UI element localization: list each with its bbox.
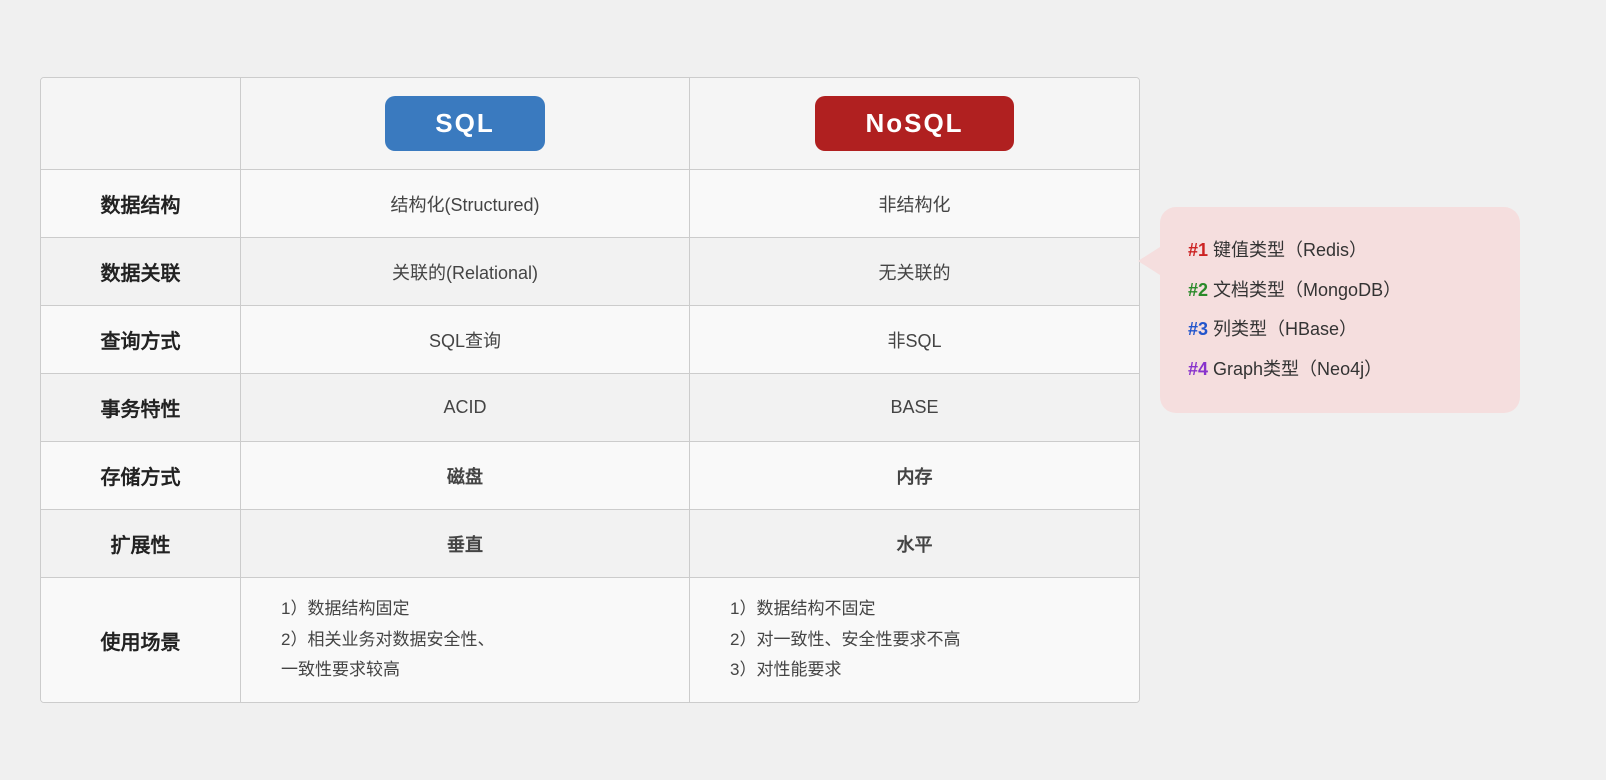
- header-nosql-col: NoSQL: [690, 78, 1139, 169]
- row-sql: ACID: [241, 374, 690, 441]
- callout-bubble: #1 键值类型（Redis）#2 文档类型（MongoDB）#3 列类型（HBa…: [1160, 207, 1520, 413]
- table-row: 数据关联 关联的(Relational) 无关联的: [41, 238, 1139, 306]
- callout-item: #1 键值类型（Redis）: [1188, 231, 1492, 271]
- row-nosql: BASE: [690, 374, 1139, 441]
- row-nosql: 无关联的: [690, 238, 1139, 305]
- callout-number: #1: [1188, 240, 1208, 260]
- callout-item-text: 键值类型（Redis）: [1208, 240, 1367, 260]
- table-row: 数据结构 结构化(Structured) 非结构化: [41, 170, 1139, 238]
- table-header-row: SQL NoSQL: [41, 78, 1139, 170]
- row-label: 事务特性: [41, 374, 241, 441]
- nosql-badge: NoSQL: [815, 96, 1013, 151]
- use-case-nosql-line: 3）对性能要求: [730, 655, 841, 686]
- row-sql: 关联的(Relational): [241, 238, 690, 305]
- header-sql-col: SQL: [241, 78, 690, 169]
- row-nosql: 非结构化: [690, 170, 1139, 237]
- use-case-sql-line: 1）数据结构固定: [281, 594, 409, 625]
- row-label: 查询方式: [41, 306, 241, 373]
- callout-number: #3: [1188, 319, 1208, 339]
- row-nosql: 水平: [690, 510, 1139, 577]
- row-nosql: 非SQL: [690, 306, 1139, 373]
- callout-item: #3 列类型（HBase）: [1188, 310, 1492, 350]
- row-label: 存储方式: [41, 442, 241, 509]
- table-body: 数据结构 结构化(Structured) 非结构化 数据关联 关联的(Relat…: [41, 170, 1139, 702]
- row-sql-use-case: 1）数据结构固定2）相关业务对数据安全性、一致性要求较高: [241, 578, 690, 702]
- page-wrapper: SQL NoSQL 数据结构 结构化(Structured) 非结构化 数据关联…: [0, 47, 1606, 733]
- table-row: 扩展性 垂直 水平: [41, 510, 1139, 578]
- table-row: 存储方式 磁盘 内存: [41, 442, 1139, 510]
- use-case-nosql-line: 1）数据结构不固定: [730, 594, 875, 625]
- row-sql: 垂直: [241, 510, 690, 577]
- callout-content: #1 键值类型（Redis）#2 文档类型（MongoDB）#3 列类型（HBa…: [1188, 231, 1492, 389]
- row-nosql-use-case: 1）数据结构不固定2）对一致性、安全性要求不高3）对性能要求: [690, 578, 1139, 702]
- table-row: 事务特性 ACID BASE: [41, 374, 1139, 442]
- callout-item-text: 文档类型（MongoDB）: [1208, 280, 1401, 300]
- table-row-last: 使用场景 1）数据结构固定2）相关业务对数据安全性、一致性要求较高 1）数据结构…: [41, 578, 1139, 702]
- callout-item-text: Graph类型（Neo4j）: [1208, 359, 1382, 379]
- callout-item-text: 列类型（HBase）: [1208, 319, 1357, 339]
- row-label: 数据关联: [41, 238, 241, 305]
- sql-badge: SQL: [385, 96, 544, 151]
- comparison-table: SQL NoSQL 数据结构 结构化(Structured) 非结构化 数据关联…: [40, 77, 1140, 703]
- use-case-sql-line: 一致性要求较高: [281, 655, 400, 686]
- row-label: 扩展性: [41, 510, 241, 577]
- callout-number: #2: [1188, 280, 1208, 300]
- use-case-nosql-line: 2）对一致性、安全性要求不高: [730, 625, 960, 656]
- callout-item: #2 文档类型（MongoDB）: [1188, 271, 1492, 311]
- row-sql: SQL查询: [241, 306, 690, 373]
- table-row: 查询方式 SQL查询 非SQL: [41, 306, 1139, 374]
- header-label-col: [41, 78, 241, 169]
- callout-wrapper: #1 键值类型（Redis）#2 文档类型（MongoDB）#3 列类型（HBa…: [1160, 207, 1520, 413]
- row-nosql: 内存: [690, 442, 1139, 509]
- callout-number: #4: [1188, 359, 1208, 379]
- row-label: 数据结构: [41, 170, 241, 237]
- row-sql: 磁盘: [241, 442, 690, 509]
- row-sql: 结构化(Structured): [241, 170, 690, 237]
- callout-item: #4 Graph类型（Neo4j）: [1188, 350, 1492, 390]
- row-label-use-case: 使用场景: [41, 578, 241, 702]
- use-case-sql-line: 2）相关业务对数据安全性、: [281, 625, 494, 656]
